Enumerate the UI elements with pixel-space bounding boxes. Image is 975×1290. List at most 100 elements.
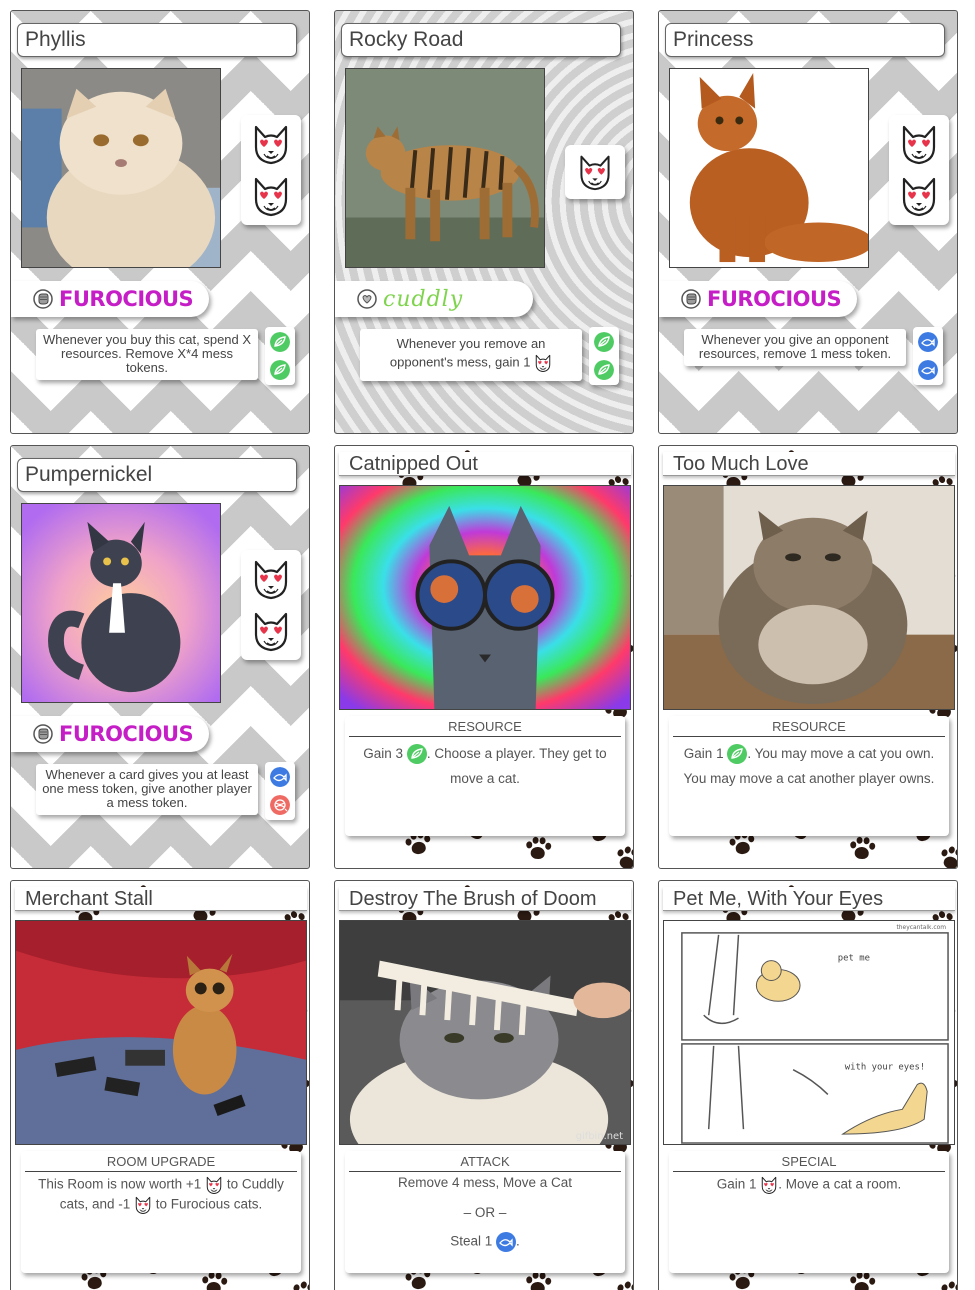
love-hearts bbox=[889, 115, 949, 225]
fist-icon bbox=[681, 289, 701, 309]
effect-part: Gain 1 bbox=[716, 1176, 757, 1192]
trait-label: FUROCIOUS bbox=[59, 722, 194, 746]
card-name: Pet Me, With Your Eyes bbox=[663, 887, 955, 911]
card-name: Destroy The Brush of Doom bbox=[339, 887, 631, 911]
trait-label: FUROCIOUS bbox=[707, 287, 842, 311]
love-hearts bbox=[241, 115, 301, 225]
cat-photo bbox=[21, 68, 221, 268]
ability-text: Whenever you remove an opponent's mess, … bbox=[360, 329, 582, 381]
fist-icon bbox=[33, 724, 53, 744]
card-name: Princess bbox=[665, 23, 945, 57]
card-name: Too Much Love bbox=[663, 452, 955, 476]
effect-part: Gain 3 bbox=[363, 746, 404, 761]
green-leaf-icon bbox=[594, 360, 614, 380]
heart-eyes-cat-icon bbox=[575, 153, 615, 191]
trait-badge: FUROCIOUS bbox=[11, 716, 209, 752]
card-text-panel: RESOURCE Gain 1 . You may move a cat you… bbox=[669, 716, 949, 836]
action-card-catnipped-out[interactable]: Catnipped Out RESOURCE Gain 3 . Choose a… bbox=[334, 445, 634, 869]
paw-print-icon bbox=[524, 1270, 552, 1290]
fist-icon bbox=[33, 289, 53, 309]
ability-part: Whenever you remove an opponent's mess, … bbox=[389, 336, 546, 370]
card-type: ROOM UPGRADE bbox=[25, 1153, 297, 1172]
effect-part: This Room is now worth +1 bbox=[38, 1176, 202, 1192]
heart-eyes-cat-icon bbox=[251, 558, 291, 600]
card-effect: Remove 4 mess, Move a Cat – OR – Steal 1… bbox=[345, 1172, 625, 1256]
heart-eyes-cat-icon bbox=[134, 1195, 152, 1215]
cat-photo bbox=[345, 68, 545, 268]
trait-badge: cuddly bbox=[335, 281, 533, 317]
resource-cost bbox=[913, 327, 943, 385]
paw-print-icon bbox=[936, 1278, 957, 1290]
cat-photo bbox=[669, 68, 869, 268]
card-text-panel: RESOURCE Gain 3 . Choose a player. They … bbox=[345, 716, 625, 836]
heart-eyes-cat-icon bbox=[205, 1175, 223, 1195]
trait-label: cuddly bbox=[383, 286, 464, 312]
heart-eyes-cat-icon bbox=[899, 175, 939, 217]
paw-print-icon bbox=[200, 1270, 228, 1290]
paw-print-icon bbox=[848, 835, 876, 863]
card-name: Phyllis bbox=[17, 23, 297, 57]
comic-image: pet me with your eyes! theycantalk.com bbox=[663, 920, 955, 1145]
effect-part: Gain 1 bbox=[683, 746, 724, 761]
trait-badge: FUROCIOUS bbox=[659, 281, 857, 317]
card-text-panel: SPECIAL Gain 1 . Move a cat a room. bbox=[669, 1151, 949, 1273]
card-effect: This Room is now worth +1 to Cuddly cats… bbox=[21, 1172, 301, 1219]
card-type: RESOURCE bbox=[349, 718, 621, 737]
love-hearts bbox=[241, 550, 301, 660]
card-text-panel: ATTACK Remove 4 mess, Move a Cat – OR – … bbox=[345, 1151, 625, 1273]
watermark-text: gifbin.net bbox=[576, 1131, 623, 1142]
green-leaf-icon bbox=[270, 332, 290, 352]
cat-card-princess[interactable]: Princess FUROCIOUS Whenever you give an … bbox=[658, 10, 958, 434]
green-leaf-icon bbox=[727, 744, 747, 764]
comic-caption: pet me bbox=[838, 954, 870, 964]
heart-eyes-cat-icon bbox=[899, 123, 939, 165]
card-name: Merchant Stall bbox=[15, 887, 307, 911]
special-card-pet-me[interactable]: Pet Me, With Your Eyes pet me with your … bbox=[658, 880, 958, 1290]
heart-hand-icon bbox=[357, 289, 377, 309]
comic-credit: theycantalk.com bbox=[896, 924, 946, 931]
upgrade-card-merchant-stall[interactable]: Merchant Stall ROOM UPGRADE This Room is… bbox=[10, 880, 310, 1290]
trait-label: FUROCIOUS bbox=[59, 287, 194, 311]
paw-print-icon bbox=[612, 843, 633, 868]
resource-cost bbox=[265, 327, 295, 385]
card-name: Pumpernickel bbox=[17, 458, 297, 492]
blue-fish-icon bbox=[270, 767, 290, 787]
blue-fish-icon bbox=[918, 332, 938, 352]
ability-text: Whenever you buy this cat, spend X resou… bbox=[36, 329, 258, 380]
cat-card-pumpernickel[interactable]: Pumpernickel FUROCIOUS Whenever a card g… bbox=[10, 445, 310, 869]
card-effect: Gain 3 . Choose a player. They get to mo… bbox=[345, 737, 625, 795]
love-hearts bbox=[565, 145, 625, 199]
heart-eyes-cat-icon bbox=[251, 610, 291, 652]
card-name: Rocky Road bbox=[341, 23, 621, 57]
effect-line: Remove 4 mess, Move a Cat bbox=[397, 1175, 573, 1190]
red-yarn-icon bbox=[270, 795, 290, 815]
action-card-too-much-love[interactable]: Too Much Love RESOURCE Gain 1 . You may … bbox=[658, 445, 958, 869]
effect-line: Steal 1 . bbox=[353, 1232, 617, 1252]
card-photo: gifbin.net bbox=[339, 920, 631, 1145]
blue-fish-icon bbox=[918, 360, 938, 380]
card-name: Catnipped Out bbox=[339, 452, 631, 476]
trait-badge: FUROCIOUS bbox=[11, 281, 209, 317]
resource-cost bbox=[265, 762, 295, 820]
green-leaf-icon bbox=[594, 332, 614, 352]
card-effect: Gain 1 . You may move a cat you own. You… bbox=[669, 737, 949, 795]
heart-eyes-cat-icon bbox=[251, 175, 291, 217]
card-text-panel: ROOM UPGRADE This Room is now worth +1 t… bbox=[21, 1151, 301, 1273]
ability-text: Whenever you give an opponent resources,… bbox=[684, 329, 906, 366]
cat-photo bbox=[21, 503, 221, 703]
paw-print-icon bbox=[524, 835, 552, 863]
heart-eyes-cat-icon bbox=[534, 353, 552, 373]
heart-eyes-cat-icon bbox=[251, 123, 291, 165]
card-type: SPECIAL bbox=[673, 1153, 945, 1172]
resource-cost bbox=[589, 327, 619, 385]
effect-part: to Furocious cats. bbox=[155, 1196, 263, 1212]
cat-card-phyllis[interactable]: Phyllis FUROCIOUS Whenever you buy this … bbox=[10, 10, 310, 434]
paw-print-icon bbox=[612, 1278, 633, 1290]
effect-part: . Move a cat a room. bbox=[778, 1176, 902, 1192]
paw-print-icon bbox=[848, 1270, 876, 1290]
card-effect: Gain 1 . Move a cat a room. bbox=[669, 1172, 949, 1199]
ability-text: Whenever a card gives you at least one m… bbox=[36, 764, 258, 815]
cat-card-rocky-road[interactable]: Rocky Road cuddly Whenever you remove an bbox=[334, 10, 634, 434]
blue-fish-icon bbox=[496, 1232, 516, 1252]
attack-card-destroy-the-brush[interactable]: Destroy The Brush of Doom gifbin.net ATT… bbox=[334, 880, 634, 1290]
